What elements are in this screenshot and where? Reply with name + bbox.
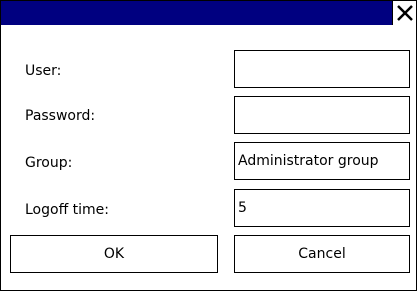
close-icon — [396, 5, 413, 21]
cancel-button[interactable]: Cancel — [234, 235, 410, 273]
group-input[interactable] — [234, 142, 410, 180]
password-input[interactable] — [234, 96, 410, 134]
logoff-time-label: Logoff time: — [25, 202, 110, 218]
title-bar — [1, 1, 416, 25]
logoff-time-input[interactable] — [234, 189, 410, 227]
ok-button[interactable]: OK — [10, 235, 218, 273]
login-dialog: User: Password: Group: Logoff time: OK C… — [0, 0, 417, 291]
password-label: Password: — [25, 108, 96, 124]
close-button[interactable] — [392, 1, 416, 25]
user-label: User: — [25, 63, 62, 79]
group-label: Group: — [25, 155, 73, 171]
user-input[interactable] — [234, 50, 410, 88]
